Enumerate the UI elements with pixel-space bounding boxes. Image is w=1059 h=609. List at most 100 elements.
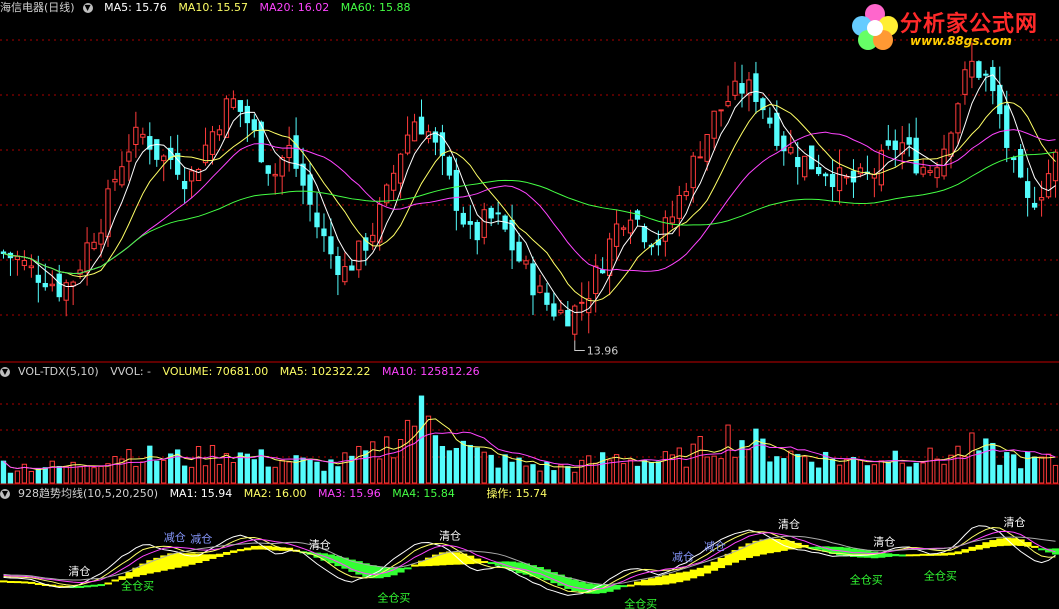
trend-ribbon-bar: [954, 551, 962, 555]
trend-ribbon-bar: [397, 567, 405, 573]
candle-body: [404, 134, 411, 154]
candle-body: [1024, 181, 1031, 198]
volume-bar: [516, 457, 522, 484]
candle-body: [599, 269, 606, 274]
stock-chart[interactable]: 13.96清仓全仓买减仓 减仓 清仓全仓买清仓全仓买减仓减仓清仓清仓全仓买 全仓买清仓: [0, 0, 1059, 609]
trend-ribbon-bar: [90, 584, 99, 587]
volume-bar: [920, 462, 926, 484]
candle-body: [815, 166, 822, 175]
candle-body: [209, 131, 216, 155]
candle-body: [962, 69, 968, 95]
signal-label: 清仓: [873, 535, 895, 549]
ma1-value: MA1: 15.94: [169, 487, 233, 500]
candle-body: [91, 241, 97, 250]
volume-bar: [1024, 451, 1031, 484]
candle-body: [913, 137, 919, 174]
trend-ribbon-bar: [487, 562, 496, 565]
dropdown-arrow-icon[interactable]: ▼: [0, 489, 10, 499]
volume-bar: [586, 455, 592, 484]
volume-bar: [878, 460, 884, 484]
low-marker-line: [574, 340, 585, 352]
candle-body: [126, 151, 132, 162]
signal-label: 全仓买: [121, 579, 154, 593]
volume-bar: [460, 440, 466, 484]
trend-ribbon-bar: [83, 585, 92, 588]
candle-body: [774, 112, 780, 146]
candle-body: [1038, 197, 1045, 201]
candle-body: [565, 310, 571, 327]
trend-ribbon-bar: [919, 553, 928, 556]
trend-ribbon-bar: [104, 582, 112, 585]
candle-body: [976, 61, 982, 78]
trend-ribbon-bar: [640, 579, 649, 586]
volume-bar: [474, 447, 480, 484]
volume-bar: [809, 461, 815, 484]
candle-body: [1018, 149, 1024, 178]
candle-body: [335, 255, 341, 276]
ma3-value: MA3: 15.96: [318, 487, 381, 500]
volume-bar: [857, 459, 864, 484]
volume-bar: [530, 464, 536, 484]
trend-ribbon-bar: [884, 553, 893, 557]
candle-body: [237, 100, 244, 112]
logo: 分析家公式网 www.88gs.com: [848, 2, 1053, 52]
trend-ribbon-bar: [236, 549, 245, 552]
volume-bar: [321, 470, 327, 484]
signal-label: 减仓: [704, 539, 726, 553]
candle-body: [140, 133, 146, 138]
trend-ribbon-bar: [661, 575, 670, 585]
volume-bar: [579, 459, 585, 484]
volume-bar: [258, 449, 264, 484]
candle-body: [857, 167, 864, 175]
volume-bar: [279, 459, 285, 484]
trend-ribbon-bar: [97, 584, 106, 587]
candle-body: [105, 188, 111, 238]
candle-body: [244, 105, 250, 124]
candle-body: [697, 156, 703, 159]
volume-ma10-value: MA10: 125812.26: [381, 365, 480, 378]
volume-bar: [976, 450, 982, 484]
candle-body: [495, 212, 501, 215]
trend-ribbon-bar: [411, 564, 419, 567]
volume-bar: [390, 457, 397, 484]
volume-bar: [488, 454, 494, 484]
trend-ribbon-bar: [968, 546, 976, 551]
volume-bar: [1011, 454, 1017, 484]
volume-bar: [627, 459, 634, 484]
volume-bar: [98, 465, 104, 484]
candle-body: [572, 305, 578, 335]
volume-bar: [63, 466, 69, 484]
candle-body: [850, 170, 857, 183]
candle-body: [272, 173, 278, 177]
candle-body: [133, 126, 139, 146]
candle-body: [349, 265, 355, 271]
candle-body: [530, 263, 536, 296]
dropdown-arrow-icon[interactable]: ▼: [0, 367, 10, 377]
low-marker-label: 13.96: [587, 345, 619, 358]
trend-ribbon-bar: [257, 545, 266, 550]
dropdown-arrow-icon[interactable]: ▼: [82, 3, 93, 13]
candle-body: [1004, 105, 1010, 148]
volume-bar: [154, 460, 160, 484]
volume-bar: [1052, 464, 1059, 484]
volume-bar: [209, 444, 216, 484]
ma20-value: MA20: 16.02: [259, 1, 330, 14]
volume-bar: [558, 464, 564, 484]
volume-bar: [913, 462, 919, 484]
candle-body: [181, 180, 188, 190]
volume-bar: [565, 466, 571, 484]
volume-bar: [181, 465, 188, 484]
volume-bar: [126, 449, 132, 484]
ma2-value: MA2: 16.00: [243, 487, 307, 500]
volume-bar: [537, 470, 543, 484]
volume-bar: [251, 459, 257, 484]
trend-ribbon-bar: [222, 552, 231, 555]
volume-bar: [648, 462, 655, 484]
trend-ribbon-bar: [571, 579, 579, 592]
volume-bar: [850, 457, 857, 484]
candle-body: [767, 117, 773, 124]
volume-ma5-value: MA5: 102322.22: [279, 365, 371, 378]
volume-bar: [795, 453, 801, 484]
volume-bar: [223, 453, 230, 484]
candle-body: [28, 265, 35, 269]
